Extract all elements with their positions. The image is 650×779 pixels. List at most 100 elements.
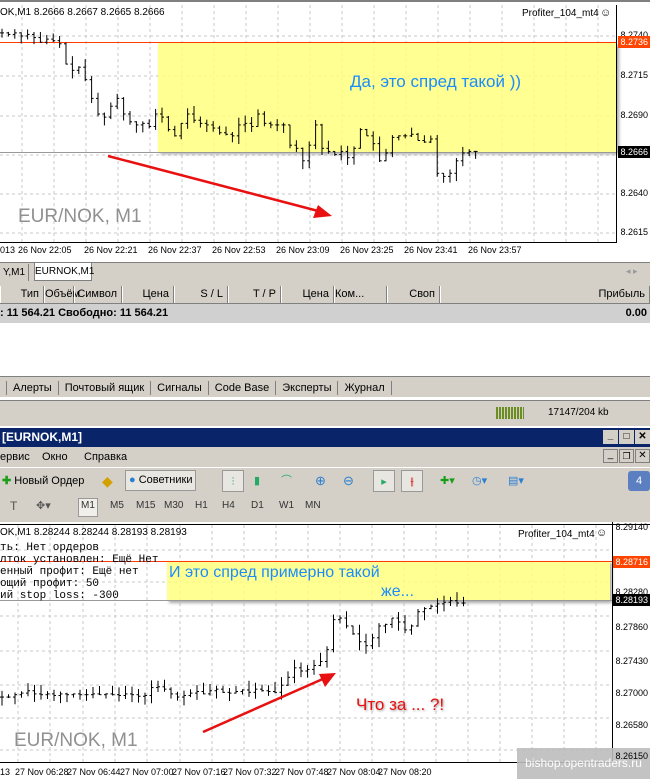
menu-help[interactable]: Справка — [84, 447, 127, 467]
arrows-tool-icon[interactable]: ✥▾ — [36, 499, 51, 512]
price-bar — [364, 633, 368, 654]
price-bar — [256, 109, 260, 127]
tab-codebase[interactable]: Code Base — [215, 382, 269, 394]
price-bar — [403, 615, 407, 634]
tf-h1[interactable]: H1 — [195, 500, 208, 511]
maximize-icon[interactable]: □ — [619, 430, 634, 444]
tf-m30[interactable]: M30 — [164, 500, 183, 511]
menu-window[interactable]: Окно — [42, 447, 68, 467]
annotation-text: И это спред примерно такой — [169, 564, 380, 581]
tab-signals[interactable]: Сигналы — [157, 382, 202, 394]
minimize-icon[interactable]: _ — [603, 449, 618, 463]
price-axis: 8.29140 8.28280 8.27860 8.27430 8.27000 … — [613, 522, 650, 763]
price-bar — [128, 111, 132, 125]
zoom-out-icon[interactable]: ⊖ — [343, 470, 354, 492]
balance-text: : 11 564.21 Свободно: 11 564.21 — [0, 307, 169, 319]
restore-icon[interactable]: ❐ — [619, 449, 634, 463]
top-chart[interactable]: OK,M1 8.2666 8.2667 8.2665 8.2666 Profit… — [0, 0, 650, 262]
close-icon[interactable]: ✕ — [635, 430, 650, 444]
tab-alerts[interactable]: Алерты — [13, 382, 52, 394]
chart-tab-active[interactable]: EURNOK,M1 — [34, 263, 94, 281]
new-order-button[interactable]: ✚ Новый Ордер — [2, 470, 84, 492]
price-bar — [435, 598, 440, 614]
bar-chart-icon[interactable]: ⫶ — [222, 470, 244, 492]
scroll-arrows-icon[interactable]: ◂ ▸ — [626, 266, 638, 277]
minimize-icon[interactable]: _ — [603, 430, 618, 444]
price-bar — [435, 134, 440, 177]
terminal-tabs: Алерты Почтовый ящик Сигналы Code Base Экспе… — [0, 376, 650, 398]
smiley-icon[interactable]: ☺ — [600, 7, 611, 19]
indicators-icon[interactable]: ✚▾ — [440, 470, 455, 492]
price-bar — [136, 688, 141, 703]
ask-price-label: 8.2736 — [618, 36, 650, 48]
price-bar — [39, 684, 43, 700]
tf-m15[interactable]: M15 — [136, 500, 155, 511]
price-bar — [115, 93, 120, 109]
tab-journal[interactable]: Журнал — [344, 382, 384, 394]
column-header[interactable]: Объём — [44, 286, 80, 303]
tf-w1[interactable]: W1 — [279, 500, 294, 511]
time-label: 26 Nov 22:53 — [212, 245, 266, 255]
line-chart-icon[interactable]: ⌒ — [281, 470, 292, 492]
time-label: 27 Nov 06:44 — [67, 767, 121, 777]
column-header[interactable]: Цена — [281, 286, 334, 303]
tick-label: 8.2690 — [620, 110, 648, 120]
price-bar — [89, 76, 94, 104]
smiley-icon[interactable]: ☺ — [596, 527, 607, 539]
experts-button[interactable]: ● Советники — [125, 470, 197, 491]
text-tool-icon[interactable]: T — [10, 499, 17, 513]
chart-tab[interactable]: Y,M1 — [0, 264, 30, 281]
price-bar — [134, 121, 139, 133]
warning-icon[interactable]: ◆ — [102, 470, 113, 492]
experts-icon: ● — [129, 474, 136, 486]
column-header[interactable]: Цена — [122, 286, 174, 303]
tf-m1[interactable]: M1 — [81, 500, 95, 511]
tf-h4[interactable]: H4 — [222, 500, 235, 511]
bid-price-label: 8.28193 — [613, 594, 650, 606]
tick-label: 8.2715 — [620, 70, 648, 80]
column-header[interactable]: Тип — [0, 286, 44, 303]
menu-bar: ервис Окно Справка _ ❐ ✕ — [0, 447, 650, 467]
notifications-badge[interactable]: 4 — [628, 471, 650, 491]
tf-d1[interactable]: D1 — [251, 500, 264, 511]
price-bar — [70, 56, 75, 79]
balance-row: : 11 564.21 Свободно: 11 564.21 0.00 — [0, 304, 650, 323]
price-bar — [52, 689, 56, 701]
periods-clock-icon[interactable]: ◷▾ — [472, 470, 487, 492]
column-header[interactable]: Своп — [387, 286, 440, 303]
price-bar — [230, 132, 235, 143]
tf-m5[interactable]: M5 — [110, 500, 124, 511]
price-bar — [409, 624, 414, 635]
price-bar — [65, 692, 69, 703]
column-header[interactable]: S / L — [174, 286, 228, 303]
price-bar — [351, 625, 355, 635]
price-bar — [110, 685, 115, 696]
tf-mn[interactable]: MN — [305, 500, 321, 511]
chart-shift-icon[interactable]: ⫲ — [401, 470, 423, 492]
price-bar — [352, 146, 356, 165]
tab-mailbox[interactable]: Почтовый ящик — [65, 382, 144, 394]
time-label: 27 Nov 07:48 — [275, 767, 329, 777]
bottom-chart[interactable]: OK,M1 8.28244 8.28244 8.28193 8.28193 Pr… — [0, 522, 650, 779]
tab-experts[interactable]: Эксперты — [282, 382, 331, 394]
price-bar — [179, 122, 184, 140]
templates-icon[interactable]: ▤▾ — [508, 470, 524, 492]
column-header[interactable]: Ком... — [334, 286, 387, 303]
price-bar — [58, 691, 63, 704]
price-bar — [198, 116, 203, 128]
price-bar — [249, 117, 254, 132]
menu-service[interactable]: ервис — [0, 447, 30, 467]
status-bar: 17147/204 kb — [0, 400, 650, 426]
price-bar — [12, 29, 17, 39]
column-header[interactable]: Символ — [74, 286, 122, 303]
column-header[interactable]: T / P — [228, 286, 281, 303]
candle-chart-icon[interactable]: ▮ — [254, 470, 260, 492]
autoscroll-icon[interactable]: ▸ — [373, 470, 395, 492]
price-bar — [390, 617, 394, 629]
price-bar — [460, 146, 465, 167]
column-header[interactable]: Прибыль — [440, 286, 650, 303]
zoom-in-icon[interactable]: ⊕ — [315, 470, 326, 492]
price-bar — [454, 157, 459, 182]
price-bar — [448, 596, 453, 607]
close-icon[interactable]: ✕ — [635, 449, 650, 463]
